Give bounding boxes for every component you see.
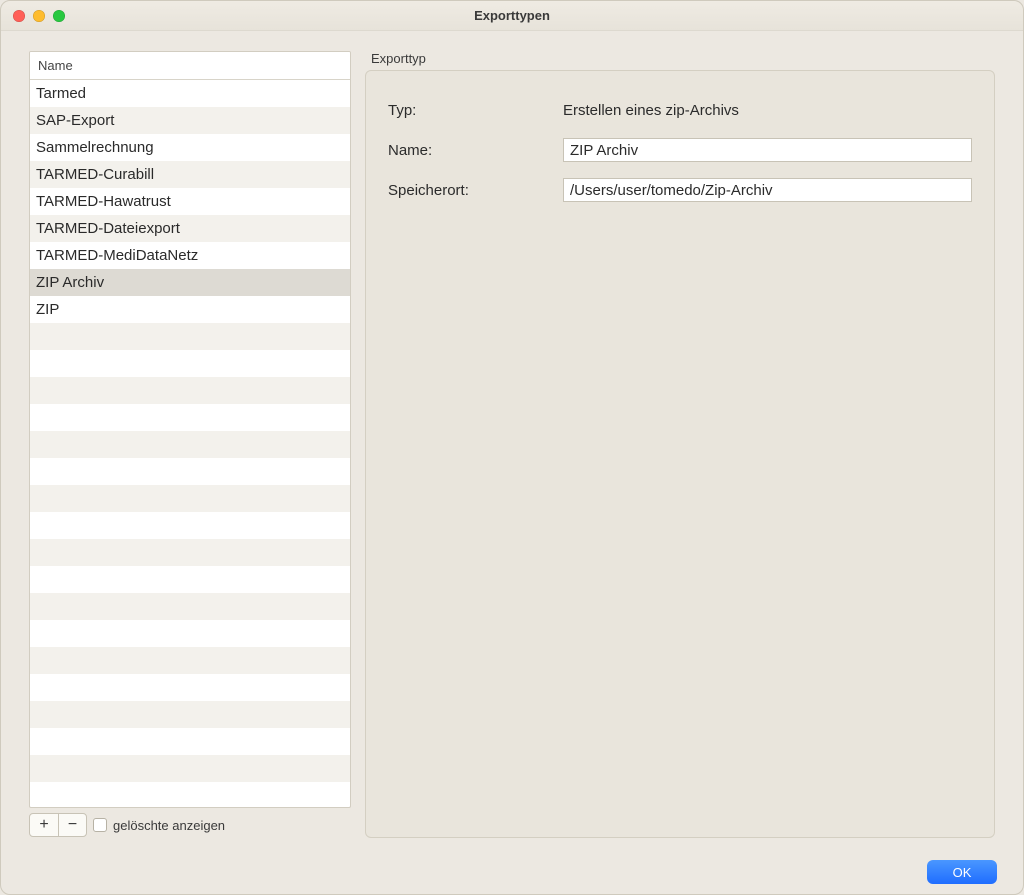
table-row[interactable] (30, 539, 350, 566)
table-row[interactable] (30, 593, 350, 620)
table-row[interactable] (30, 377, 350, 404)
export-types-table: Name TarmedSAP-ExportSammelrechnungTARME… (29, 51, 351, 808)
typ-value: Erstellen eines zip-Archivs (563, 102, 972, 119)
name-field[interactable] (563, 138, 972, 162)
table-row[interactable] (30, 728, 350, 755)
table-row[interactable] (30, 674, 350, 701)
show-deleted-label: gelöschte anzeigen (113, 818, 225, 833)
close-icon[interactable] (13, 10, 25, 22)
detail-group-title: Exporttyp (365, 51, 995, 70)
table-header-name[interactable]: Name (30, 52, 350, 80)
table-row[interactable]: TARMED-Curabill (30, 161, 350, 188)
speicherort-label: Speicherort: (388, 182, 563, 199)
table-row[interactable] (30, 323, 350, 350)
typ-label: Typ: (388, 102, 563, 119)
titlebar: Exporttypen (1, 1, 1023, 31)
row-name: Name: (388, 137, 972, 163)
table-row[interactable] (30, 458, 350, 485)
add-button[interactable]: + (30, 814, 58, 836)
window-title: Exporttypen (474, 8, 550, 23)
table-row[interactable] (30, 647, 350, 674)
table-row[interactable] (30, 404, 350, 431)
table-row[interactable] (30, 485, 350, 512)
detail-column: Exporttyp Typ: Erstellen eines zip-Archi… (365, 51, 995, 838)
table-row[interactable]: ZIP (30, 296, 350, 323)
window: Exporttypen Name TarmedSAP-ExportSammelr… (0, 0, 1024, 895)
table-row[interactable] (30, 620, 350, 647)
ok-button[interactable]: OK (927, 860, 997, 884)
remove-button[interactable]: − (58, 814, 86, 836)
table-row[interactable]: TARMED-Dateiexport (30, 215, 350, 242)
minimize-icon[interactable] (33, 10, 45, 22)
table-row[interactable] (30, 701, 350, 728)
table-row[interactable] (30, 782, 350, 807)
footer: OK (1, 850, 1023, 894)
table-body[interactable]: TarmedSAP-ExportSammelrechnungTARMED-Cur… (30, 80, 350, 807)
table-row[interactable] (30, 431, 350, 458)
zoom-icon[interactable] (53, 10, 65, 22)
table-row[interactable]: TARMED-MediDataNetz (30, 242, 350, 269)
table-toolbar: + − gelöschte anzeigen (29, 812, 351, 838)
detail-group-box: Typ: Erstellen eines zip-Archivs Name: S… (365, 70, 995, 838)
show-deleted-checkbox[interactable] (93, 818, 107, 832)
row-typ: Typ: Erstellen eines zip-Archivs (388, 97, 972, 123)
table-row[interactable]: Tarmed (30, 80, 350, 107)
table-row[interactable] (30, 350, 350, 377)
name-label: Name: (388, 142, 563, 159)
content-area: Name TarmedSAP-ExportSammelrechnungTARME… (1, 31, 1023, 850)
table-row[interactable]: Sammelrechnung (30, 134, 350, 161)
table-row[interactable]: TARMED-Hawatrust (30, 188, 350, 215)
table-row[interactable]: SAP-Export (30, 107, 350, 134)
table-row[interactable] (30, 755, 350, 782)
table-row[interactable] (30, 566, 350, 593)
table-row[interactable] (30, 512, 350, 539)
row-speicherort: Speicherort: (388, 177, 972, 203)
speicherort-field[interactable] (563, 178, 972, 202)
window-controls (13, 10, 65, 22)
add-remove-segment: + − (29, 813, 87, 837)
table-row[interactable]: ZIP Archiv (30, 269, 350, 296)
export-types-column: Name TarmedSAP-ExportSammelrechnungTARME… (29, 51, 351, 838)
